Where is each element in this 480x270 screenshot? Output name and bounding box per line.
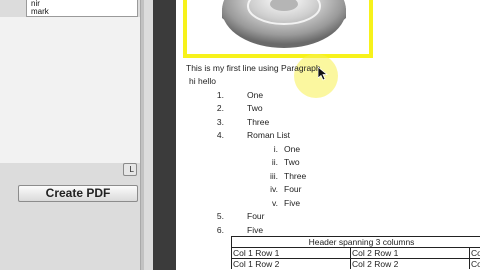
- list-item-text: Two: [247, 103, 263, 113]
- hi-text: hi hello: [189, 76, 216, 86]
- table-header: Header spanning 3 columns: [231, 236, 480, 247]
- roman-number: iii.: [269, 171, 278, 181]
- roman-item-text: Three: [284, 171, 307, 181]
- mouse-cursor-icon: [318, 67, 328, 81]
- table-cell: Col 1 Row 1: [231, 247, 350, 258]
- roman-number: ii.: [271, 157, 278, 167]
- table-cell: Col 2 Row 2: [350, 258, 469, 269]
- roman-item-text: One: [284, 144, 301, 154]
- create-pdf-button[interactable]: Create PDF: [18, 185, 138, 202]
- left-panel: nir mark L Create PDF: [0, 0, 153, 270]
- list-number: 6.: [216, 225, 224, 235]
- pdf-document-page: This is my first line using Paragraph hi…: [176, 0, 480, 270]
- panel-scrollbar[interactable]: [140, 0, 144, 270]
- list-item-text: One: [247, 90, 264, 100]
- list-number: 3.: [216, 117, 224, 127]
- name-list[interactable]: nir mark: [26, 0, 138, 17]
- list-number: 2.: [216, 103, 224, 113]
- table-cell: Col 3: [469, 258, 480, 269]
- list-number: 1.: [216, 90, 224, 100]
- list-item-text: Three: [247, 117, 270, 127]
- table-cell: Col 3: [469, 247, 480, 258]
- table-cell: Col 2 Row 1: [350, 247, 469, 258]
- paragraph-text: This is my first line using Paragraph: [186, 63, 321, 73]
- panel-content-area: [0, 17, 140, 163]
- list-number: 4.: [216, 130, 224, 140]
- list-item[interactable]: mark: [27, 8, 137, 16]
- roman-number: i.: [273, 144, 278, 154]
- list-number: 5.: [216, 211, 224, 221]
- image-highlight-frame: [183, 0, 373, 58]
- cursor-highlight: [294, 54, 338, 98]
- viewer-gutter: [153, 0, 176, 270]
- list-item-text: Four: [247, 211, 265, 221]
- data-table: Header spanning 3 columns Col 1 Row 1 Co…: [231, 236, 480, 270]
- list-item-text: Five: [247, 225, 264, 235]
- small-button[interactable]: L: [123, 163, 137, 176]
- roman-item-text: Four: [284, 184, 302, 194]
- cd-disc-icon: [222, 0, 346, 48]
- roman-number: v.: [272, 198, 278, 208]
- list-item-text: Roman List: [247, 130, 290, 140]
- roman-number: iv.: [270, 184, 278, 194]
- roman-item-text: Two: [284, 157, 300, 167]
- roman-item-text: Five: [284, 198, 301, 208]
- table-cell: Col 1 Row 2: [231, 258, 350, 269]
